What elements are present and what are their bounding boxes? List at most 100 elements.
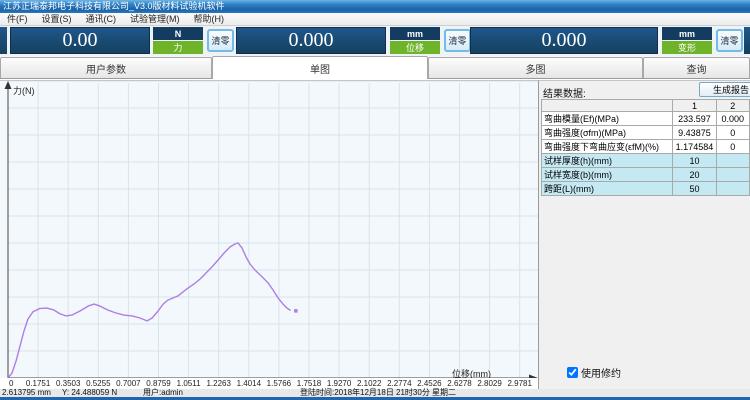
row-value-2[interactable]: 0 — [716, 126, 749, 140]
displacement-clear-button[interactable]: 清零 — [444, 29, 471, 52]
results-header-blank — [542, 100, 673, 112]
row-value-2[interactable] — [716, 182, 749, 196]
row-label: 弯曲强度(σfm)(MPa) — [542, 126, 673, 140]
displacement-unit: mm — [407, 29, 423, 39]
tab-bar: 用户参数 单图 多图 查询 — [0, 56, 750, 79]
x-tick-label: 2.6278 — [447, 379, 471, 388]
x-tick-label: 0.1751 — [26, 379, 50, 388]
row-value-1[interactable]: 20 — [673, 168, 716, 182]
x-tick-label: 2.1022 — [357, 379, 381, 388]
row-label: 弯曲强度下弯曲应变(εfM)(%) — [542, 140, 673, 154]
deformation-label-box: 变形 — [662, 41, 712, 54]
status-login-time: 登陆时间:2018年12月18日 21时30分 星期二 — [300, 389, 456, 397]
x-tick-label: 1.2263 — [206, 379, 230, 388]
deformation-unit-box: mm — [662, 27, 712, 40]
window-titlebar: 江苏正瑞泰邦电子科技有限公司_V3.0版材料试验机软件 — [0, 0, 750, 13]
displacement-label-box: 位移 — [390, 41, 440, 54]
results-header-col2[interactable]: 2 — [716, 100, 749, 112]
status-x-position: 2.613795 mm — [2, 389, 51, 397]
row-value-1[interactable]: 10 — [673, 154, 716, 168]
display-edge-fragment-left — [0, 27, 7, 54]
x-tick-label: 0.5255 — [86, 379, 110, 388]
force-unit: N — [175, 29, 182, 39]
results-header-col1[interactable]: 1 — [673, 100, 716, 112]
row-value-1[interactable]: 233.597 — [673, 112, 716, 126]
table-row: 跨距(L)(mm) 50 — [542, 182, 750, 196]
table-row: 弯曲强度下弯曲应变(εfM)(%) 1.174584 0 — [542, 140, 750, 154]
x-tick-label: 2.4526 — [417, 379, 441, 388]
force-unit-box: N — [153, 27, 203, 40]
generate-report-button[interactable]: 生成报告 — [699, 82, 750, 97]
x-tick-label: 1.7518 — [297, 379, 321, 388]
results-panel: 结果数据: 生成报告 1 2 弯曲模量(Ef)(MPa) 233.597 0.0… — [538, 80, 750, 389]
row-label: 试样宽度(b)(mm) — [542, 168, 673, 182]
menu-bar: 件(F) 设置(S) 通讯(C) 试验管理(M) 帮助(H) — [0, 13, 750, 26]
row-value-1[interactable]: 1.174584 — [673, 140, 716, 154]
force-label-box: 力 — [153, 41, 203, 54]
row-value-1[interactable]: 50 — [673, 182, 716, 196]
row-value-1[interactable]: 9.43875 — [673, 126, 716, 140]
x-tick-label: 0 — [9, 379, 13, 388]
displacement-label: 位移 — [406, 41, 424, 54]
row-label: 试样厚度(h)(mm) — [542, 154, 673, 168]
table-row: 弯曲强度(σfm)(MPa) 9.43875 0 — [542, 126, 750, 140]
force-value-display: 0.00 — [10, 27, 150, 54]
force-value: 0.00 — [63, 29, 98, 52]
deformation-label: 变形 — [678, 41, 696, 54]
row-label: 跨距(L)(mm) — [542, 182, 673, 196]
deformation-clear-button[interactable]: 清零 — [716, 29, 743, 52]
deformation-value-display: 0.000 — [470, 27, 658, 54]
use-rounding-checkbox[interactable] — [567, 367, 578, 378]
x-tick-label: 0.3503 — [56, 379, 80, 388]
table-row: 试样厚度(h)(mm) 10 — [542, 154, 750, 168]
results-table: 1 2 弯曲模量(Ef)(MPa) 233.597 0.000 弯曲强度(σfm… — [541, 99, 750, 196]
status-y-position: Y: 24.488059 N — [62, 389, 117, 397]
window-title: 江苏正瑞泰邦电子科技有限公司_V3.0版材料试验机软件 — [3, 1, 225, 11]
x-tick-label: 2.2774 — [387, 379, 411, 388]
tab-single-graph[interactable]: 单图 — [212, 56, 428, 79]
row-value-2[interactable] — [716, 154, 749, 168]
app-window: 江苏正瑞泰邦电子科技有限公司_V3.0版材料试验机软件 件(F) 设置(S) 通… — [0, 0, 750, 400]
menu-settings[interactable]: 设置(S) — [35, 13, 79, 25]
tab-user-parameters[interactable]: 用户参数 — [0, 57, 212, 78]
results-heading: 结果数据: — [543, 85, 586, 100]
status-user: 用户:admin — [143, 389, 183, 397]
table-row: 弯曲模量(Ef)(MPa) 233.597 0.000 — [542, 112, 750, 126]
curve-end-marker — [294, 309, 298, 313]
displacement-value-display: 0.000 — [236, 27, 386, 54]
force-label: 力 — [173, 41, 182, 54]
x-tick-label: 1.4014 — [237, 379, 261, 388]
force-clear-button[interactable]: 清零 — [207, 29, 234, 52]
displacement-unit-box: mm — [390, 27, 440, 40]
y-axis-label: 力(N) — [13, 84, 35, 97]
x-tick-label: 2.9781 — [507, 379, 531, 388]
status-bar: 2.613795 mm Y: 24.488059 N 用户:admin 登陆时间… — [0, 389, 750, 397]
row-value-2[interactable] — [716, 168, 749, 182]
use-rounding-label: 使用修约 — [581, 365, 621, 380]
menu-test-management[interactable]: 试验管理(M) — [123, 13, 187, 25]
force-displacement-curve — [8, 243, 290, 378]
x-tick-label: 0.7007 — [116, 379, 140, 388]
row-label: 弯曲模量(Ef)(MPa) — [542, 112, 673, 126]
deformation-unit: mm — [679, 29, 695, 39]
x-tick-label: 0.8759 — [146, 379, 170, 388]
row-value-2[interactable]: 0 — [716, 140, 749, 154]
displacement-value: 0.000 — [289, 29, 334, 52]
chart-canvas — [0, 81, 538, 379]
results-header-row: 1 2 — [542, 100, 750, 112]
tab-query[interactable]: 查询 — [643, 57, 750, 78]
x-tick-label: 1.5766 — [267, 379, 291, 388]
display-row: 0.00 N 力 清零 0.000 mm 位移 清零 0.000 mm 变形 清… — [0, 26, 750, 56]
menu-help[interactable]: 帮助(H) — [187, 13, 232, 25]
display-edge-fragment-right — [744, 27, 750, 54]
x-tick-label: 1.9270 — [327, 379, 351, 388]
table-row: 试样宽度(b)(mm) 20 — [542, 168, 750, 182]
deformation-value: 0.000 — [542, 29, 587, 52]
force-displacement-chart: 力(N) 位移(mm) — [0, 80, 538, 378]
menu-file[interactable]: 件(F) — [0, 13, 35, 25]
tab-multi-graph[interactable]: 多图 — [428, 57, 643, 78]
x-tick-label: 1.0511 — [177, 379, 201, 388]
menu-communication[interactable]: 通讯(C) — [79, 13, 124, 25]
use-rounding-row: 使用修约 — [567, 365, 621, 380]
row-value-2[interactable]: 0.000 — [716, 112, 749, 126]
